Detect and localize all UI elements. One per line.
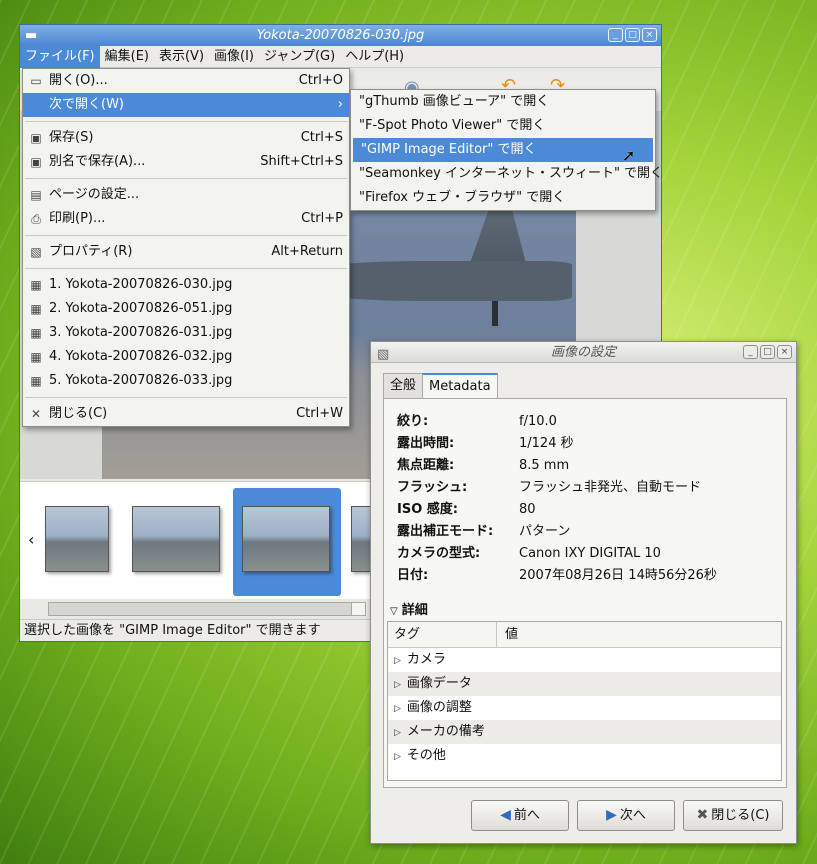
menu-file[interactable]: ファイル(F)	[20, 45, 100, 68]
image-file-icon: ▦	[30, 326, 42, 340]
arrow-left-icon: ◀	[500, 807, 511, 823]
separator	[25, 268, 347, 269]
arrow-right-icon: ▶	[606, 807, 617, 823]
image-file-icon: ▦	[30, 278, 42, 292]
table-row[interactable]: ▷ 画像データ	[388, 672, 781, 696]
open-with-gthumb[interactable]: "gThumb 画像ビューア" で開く	[351, 90, 655, 114]
menu-item-recent-1[interactable]: ▦ 1. Yokota-20070826-030.jpg	[23, 273, 349, 297]
menu-help[interactable]: ヘルプ(H)	[340, 46, 409, 68]
expander-open-icon: ▽	[390, 606, 398, 617]
close-icon[interactable]: ×	[777, 345, 792, 359]
expander-closed-icon[interactable]: ▷	[394, 656, 401, 666]
page-setup-icon: ▤	[30, 188, 42, 202]
save-as-icon: ▣	[30, 155, 42, 169]
window-menu-icon[interactable]: ▬	[25, 25, 37, 46]
menu-image[interactable]: 画像(I)	[209, 46, 259, 68]
table-header: タグ 値	[388, 622, 781, 648]
properties-icon: ▧	[377, 347, 390, 362]
metadata-row: 絞り: f/10.0	[397, 414, 557, 429]
prev-button[interactable]: ◀ 前へ	[471, 800, 569, 831]
expander-closed-icon[interactable]: ▷	[394, 680, 401, 690]
metadata-row: 焦点距離: 8.5 mm	[397, 458, 570, 473]
thumbnail[interactable]	[132, 506, 220, 572]
save-icon: ▣	[30, 131, 42, 145]
thumbnail[interactable]	[351, 506, 371, 572]
tab-metadata[interactable]: Metadata	[422, 373, 498, 398]
expander-closed-icon[interactable]: ▷	[394, 728, 401, 738]
filmstrip-scrollbar[interactable]	[48, 602, 366, 616]
expander-closed-icon[interactable]: ▷	[394, 752, 401, 762]
dialog-title: 画像の設定	[550, 345, 616, 360]
chevron-left-icon[interactable]: ‹	[28, 530, 34, 549]
table-row[interactable]: ▷ その他	[388, 744, 781, 768]
image-file-icon: ▦	[30, 350, 42, 364]
metadata-row: ISO 感度: 80	[397, 502, 536, 517]
expander-closed-icon[interactable]: ▷	[394, 704, 401, 714]
submenu-arrow-icon: ›	[337, 97, 343, 112]
metadata-row: フラッシュ: フラッシュ非発光、自動モード	[397, 480, 702, 495]
image-file-icon: ▦	[30, 374, 42, 388]
menu-item-recent-3[interactable]: ▦ 3. Yokota-20070826-031.jpg	[23, 321, 349, 345]
close-icon[interactable]: ×	[642, 28, 657, 42]
menubar: ファイル(F) 編集(E) 表示(V) 画像(I) ジャンプ(G) ヘルプ(H)	[20, 45, 661, 68]
file-menu: ▭ 開く(O)... Ctrl+O 次で開く(W) › ▣ 保存(S) Ctrl…	[22, 68, 350, 427]
metadata-row: 露出時間: 1/124 秒	[397, 436, 574, 451]
menu-item-properties[interactable]: ▧ プロパティ(R) Alt+Return	[23, 240, 349, 264]
open-with-fspot[interactable]: "F-Spot Photo Viewer" で開く	[351, 114, 655, 138]
menu-item-save[interactable]: ▣ 保存(S) Ctrl+S	[23, 126, 349, 150]
thumbnail[interactable]	[242, 506, 330, 572]
open-with-seamonkey[interactable]: "Seamonkey インターネット・スウィート" で開く	[351, 162, 663, 186]
open-with-gimp[interactable]: "GIMP Image Editor" で開く	[353, 138, 653, 162]
folder-icon: ▭	[30, 74, 42, 88]
menu-item-recent-4[interactable]: ▦ 4. Yokota-20070826-032.jpg	[23, 345, 349, 369]
table-row[interactable]: ▷ 画像の調整	[388, 696, 781, 720]
menu-item-open-with[interactable]: 次で開く(W) ›	[23, 93, 349, 117]
dialog-titlebar[interactable]: ▧ 画像の設定 _ □ ×	[371, 342, 796, 363]
menu-item-close[interactable]: ✕ 閉じる(C) Ctrl+W	[23, 402, 349, 426]
image-file-icon: ▦	[30, 302, 42, 316]
minimize-icon[interactable]: _	[608, 28, 623, 42]
menu-item-save-as[interactable]: ▣ 別名で保存(A)... Shift+Ctrl+S	[23, 150, 349, 174]
menu-item-page-setup[interactable]: ▤ ページの設定...	[23, 183, 349, 207]
table-row[interactable]: ▷ カメラ	[388, 648, 781, 672]
image-properties-dialog: ▧ 画像の設定 _ □ × 全般 Metadata 絞り: f/10.0 露出時間…	[370, 341, 797, 844]
column-header-tag[interactable]: タグ	[394, 622, 420, 648]
maximize-icon[interactable]: □	[625, 28, 640, 42]
metadata-pane: 絞り: f/10.0 露出時間: 1/124 秒 焦点距離: 8.5 mm フラッシュ…	[383, 398, 787, 788]
details-table: タグ 値 ▷ カメラ ▷ 画像データ ▷ 画像の調整 ▷ メーカの備考 ▷ その他	[387, 621, 782, 781]
separator	[25, 121, 347, 122]
column-header-value[interactable]: 値	[496, 622, 518, 648]
close-button[interactable]: ✖ 閉じる(C)	[683, 800, 783, 831]
menu-view[interactable]: 表示(V)	[154, 46, 209, 68]
separator	[25, 397, 347, 398]
menu-item-print[interactable]: ⎙ 印刷(P)... Ctrl+P	[23, 207, 349, 231]
close-x-icon: ✖	[696, 807, 709, 823]
close-x-icon: ✕	[30, 407, 42, 421]
menu-item-open[interactable]: ▭ 開く(O)... Ctrl+O	[23, 69, 349, 93]
table-row[interactable]: ▷ メーカの備考	[388, 720, 781, 744]
tab-general[interactable]: 全般	[383, 373, 424, 398]
next-button[interactable]: ▶ 次へ	[577, 800, 675, 831]
menu-edit[interactable]: 編集(E)	[100, 46, 154, 68]
mouse-cursor-icon: ➚	[622, 146, 636, 165]
metadata-row: 露出補正モード: パターン	[397, 524, 571, 539]
thumbnail[interactable]	[45, 506, 109, 572]
maximize-icon[interactable]: □	[760, 345, 775, 359]
main-titlebar[interactable]: ▬ Yokota-20070826-030.jpg _ □ ×	[20, 25, 661, 46]
open-with-firefox[interactable]: "Firefox ウェブ・ブラウザ" で開く	[351, 186, 655, 210]
menu-item-recent-5[interactable]: ▦ 5. Yokota-20070826-033.jpg	[23, 369, 349, 393]
open-with-submenu: "gThumb 画像ビューア" で開く "F-Spot Photo Viewer…	[350, 89, 663, 211]
window-title: Yokota-20070826-030.jpg	[256, 28, 425, 43]
menu-item-recent-2[interactable]: ▦ 2. Yokota-20070826-051.jpg	[23, 297, 349, 321]
separator	[25, 178, 347, 179]
details-expander[interactable]: ▽ 詳細	[390, 599, 428, 618]
metadata-row: カメラの型式: Canon IXY DIGITAL 10	[397, 546, 661, 561]
menu-go[interactable]: ジャンプ(G)	[259, 46, 340, 68]
metadata-row: 日付: 2007年08月26日 14時56分26秒	[397, 568, 717, 583]
properties-icon: ▧	[30, 245, 42, 259]
minimize-icon[interactable]: _	[743, 345, 758, 359]
printer-icon: ⎙	[31, 212, 41, 226]
tab-bar: 全般 Metadata	[383, 373, 498, 398]
separator	[25, 235, 347, 236]
